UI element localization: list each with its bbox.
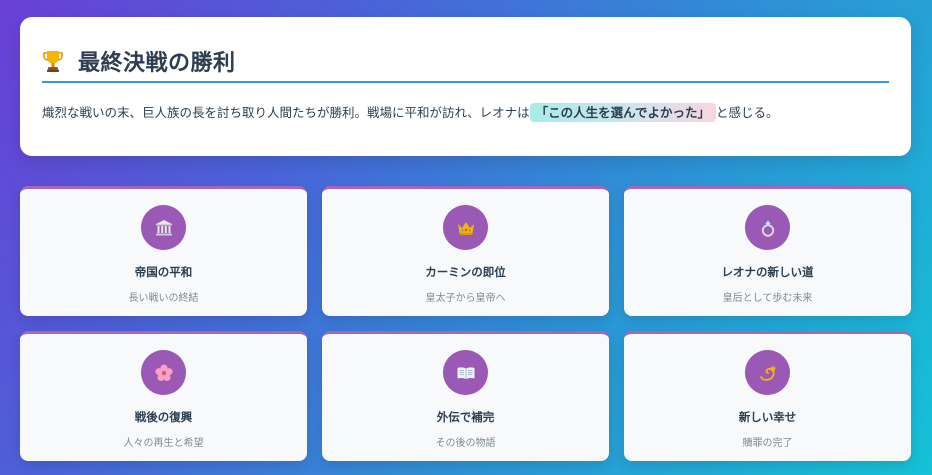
blossom-icon [141,350,186,395]
card-subtitle: 皇后として歩む未来 [722,293,813,304]
description-text: 熾烈な戦いの末、巨人族の長を討ち取り人間たちが勝利。戦場に平和が訪れ、レオナは [42,105,530,120]
crown-icon [443,205,488,250]
card-title: 戦後の復興 [134,410,193,424]
description-tail: と感じる。 [716,105,779,120]
card-empire-peace: 帝国の平和 長い戦いの終結 [20,186,307,316]
card-new-happiness: 新しい幸せ 贖罪の完了 [624,331,911,461]
summary-description: 熾烈な戦いの末、巨人族の長を討ち取り人間たちが勝利。戦場に平和が訪れ、レオナは「… [42,103,889,123]
card-side-story: 外伝で補完 その後の物語 [322,331,609,461]
card-subtitle: その後の物語 [435,438,496,449]
card-postwar-recovery: 戦後の復興 人々の再生と希望 [20,331,307,461]
title-row: 最終決戦の勝利 [42,41,889,81]
trophy-icon [42,49,64,73]
dizzy-star-icon [745,350,790,395]
summary-card: 最終決戦の勝利 熾烈な戦いの末、巨人族の長を討ち取り人間たちが勝利。戦場に平和が… [20,17,911,156]
page-title: 最終決戦の勝利 [78,51,236,76]
card-title: 帝国の平和 [134,265,193,279]
card-subtitle: 長い戦いの終結 [128,293,199,304]
card-title: 新しい幸せ [738,410,797,424]
card-leona-new-path: レオナの新しい道 皇后として歩む未来 [624,186,911,316]
card-title: カーミンの即位 [425,265,506,279]
card-carmine-coronation: カーミンの即位 皇太子から皇帝へ [322,186,609,316]
temple-icon [141,205,186,250]
card-subtitle: 贖罪の完了 [742,438,793,449]
card-title: 外伝で補完 [436,410,495,424]
card-title: レオナの新しい道 [721,265,814,279]
card-subtitle: 皇太子から皇帝へ [425,293,506,304]
highlighted-quote: 「この人生を選んでよかった」 [529,103,717,122]
open-book-icon [443,350,488,395]
card-subtitle: 人々の再生と希望 [123,438,204,449]
outcome-cards-grid: 帝国の平和 長い戦いの終結 カーミンの即位 皇太子から皇帝へ レオナの新しい道 … [20,186,911,461]
title-divider [42,81,889,83]
ring-icon [745,205,790,250]
